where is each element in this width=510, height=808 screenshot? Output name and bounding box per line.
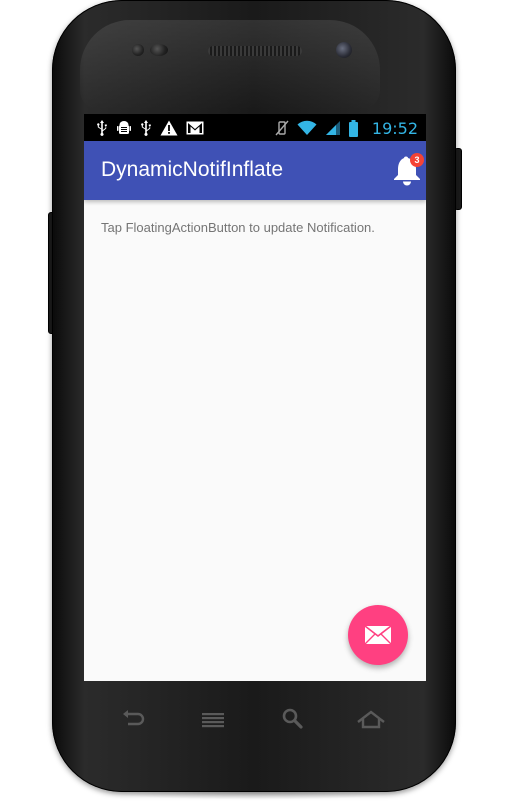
notification-count-badge: 3 bbox=[410, 153, 424, 167]
status-bar: 19:52 bbox=[84, 114, 426, 141]
device-frame: 19:52 DynamicNotifInflate 3 Tap Floating… bbox=[0, 0, 510, 808]
notification-button[interactable]: 3 bbox=[390, 153, 424, 187]
warning-icon bbox=[160, 120, 178, 136]
gmail-icon bbox=[186, 121, 204, 135]
search-icon bbox=[282, 708, 303, 729]
wifi-icon bbox=[297, 120, 317, 136]
android-debug-icon bbox=[116, 120, 132, 136]
mail-icon bbox=[364, 625, 392, 645]
screen: 19:52 DynamicNotifInflate 3 Tap Floating… bbox=[84, 114, 426, 681]
status-system-icons: 19:52 bbox=[275, 118, 418, 138]
back-icon bbox=[123, 710, 145, 726]
app-title: DynamicNotifInflate bbox=[101, 158, 284, 181]
earpiece-speaker bbox=[208, 46, 302, 56]
usb-icon bbox=[96, 120, 108, 136]
menu-icon bbox=[202, 713, 224, 728]
home-icon bbox=[357, 710, 385, 729]
app-bar: DynamicNotifInflate 3 bbox=[84, 141, 426, 200]
floating-action-button[interactable] bbox=[348, 605, 408, 665]
front-camera bbox=[336, 42, 352, 58]
phone-gloss bbox=[80, 20, 380, 110]
hardware-nav-keys bbox=[110, 704, 400, 736]
search-key[interactable] bbox=[278, 704, 308, 734]
vibrate-mute-icon bbox=[275, 120, 289, 136]
instruction-text: Tap FloatingActionButton to update Notif… bbox=[101, 220, 375, 235]
light-sensor bbox=[150, 44, 168, 56]
status-notification-icons bbox=[96, 118, 212, 138]
usb-icon bbox=[140, 120, 152, 136]
home-key[interactable] bbox=[356, 704, 386, 734]
signal-icon bbox=[325, 120, 341, 136]
status-clock: 19:52 bbox=[371, 118, 418, 138]
proximity-sensor bbox=[132, 44, 144, 56]
menu-key[interactable] bbox=[198, 704, 228, 734]
back-key[interactable] bbox=[118, 704, 148, 734]
battery-icon bbox=[348, 119, 358, 137]
